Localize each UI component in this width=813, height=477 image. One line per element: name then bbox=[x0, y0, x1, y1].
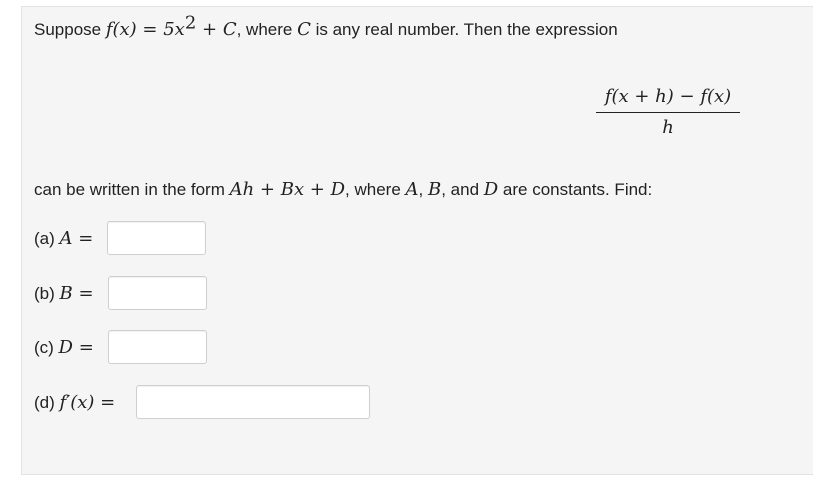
const-d: D bbox=[483, 179, 499, 200]
question-d-letter: (d) bbox=[34, 393, 60, 412]
question-b-letter: (b) bbox=[34, 284, 60, 303]
question-c-label: (c) D = bbox=[34, 338, 94, 358]
intro-where: , where bbox=[236, 20, 298, 39]
fraction-numerator: f(x + h) − f(x) bbox=[596, 86, 740, 113]
form-suffix: are constants. Find: bbox=[498, 180, 653, 199]
const-b: B bbox=[427, 179, 442, 200]
question-a-symbol: A bbox=[59, 228, 73, 249]
form-prefix: can be written in the form bbox=[34, 180, 230, 199]
intro-function: f(x) = 5x bbox=[105, 19, 185, 40]
question-d-label: (d) f′(x) = bbox=[34, 393, 115, 413]
answer-d-input[interactable] bbox=[108, 330, 207, 364]
intro-prefix: Suppose bbox=[34, 20, 106, 39]
question-c-equals: = bbox=[72, 337, 94, 358]
difference-quotient: f(x + h) − f(x) h bbox=[596, 86, 740, 139]
intro-exponent: 2 bbox=[184, 12, 197, 34]
intro-plus-c: + C bbox=[196, 19, 237, 40]
question-d-symbol: f′(x) bbox=[59, 392, 95, 413]
answer-a-input[interactable] bbox=[107, 221, 206, 255]
question-a-label: (a) A = bbox=[34, 229, 93, 249]
answer-derivative-input[interactable] bbox=[136, 385, 370, 419]
question-b-label: (b) B = bbox=[34, 284, 94, 304]
problem-form: can be written in the form Ah + Bx + D, … bbox=[34, 180, 652, 200]
form-expression: Ah + Bx + D bbox=[229, 179, 346, 200]
form-where: , where bbox=[345, 180, 406, 199]
intro-c: C bbox=[297, 19, 311, 40]
question-b-symbol: B bbox=[59, 283, 73, 304]
problem-intro: Suppose f(x) = 5x2 + C, where C is any r… bbox=[34, 14, 618, 40]
question-a-letter: (a) bbox=[34, 229, 60, 248]
question-d-equals: = bbox=[94, 392, 116, 413]
question-a-equals: = bbox=[72, 228, 94, 249]
question-b-equals: = bbox=[72, 283, 94, 304]
answer-b-input[interactable] bbox=[108, 276, 207, 310]
comma-1: , bbox=[418, 180, 428, 199]
question-c-symbol: D bbox=[58, 337, 73, 358]
intro-suffix: is any real number. Then the expression bbox=[310, 20, 618, 39]
const-a: A bbox=[405, 179, 419, 200]
fraction-denominator: h bbox=[662, 117, 674, 138]
and-text: , and bbox=[441, 180, 484, 199]
question-c-letter: (c) bbox=[34, 338, 59, 357]
